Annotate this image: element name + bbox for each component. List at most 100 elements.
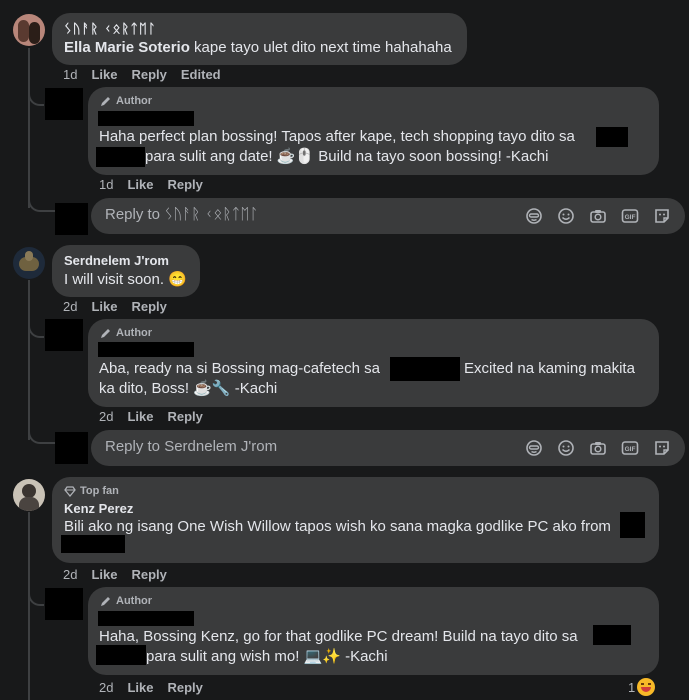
author-badge: Author [100,595,152,607]
reply-bubble: Author Aba, ready na si Bossing mag-cafe… [88,319,659,407]
comment-text: Bili ako ng isang One Wish Willow tapos … [64,518,611,535]
redacted-author-name [98,611,194,626]
timestamp[interactable]: 2d [99,680,113,695]
comment-text: I will visit soon. 😁 [64,271,187,288]
gif-icon[interactable]: GIF [621,207,639,225]
thread-elbow [28,404,56,444]
edited-label: Edited [180,67,221,82]
redacted-text [620,512,645,538]
avatar[interactable] [45,88,83,120]
thread-elbow [28,172,56,212]
avatar-sticker-icon[interactable] [653,207,671,225]
avatar[interactable] [45,319,83,351]
reply-actions: 2d Like Reply [99,680,217,695]
comment-actions: 2d Like Reply [63,299,181,314]
reply-text-line2: ka dito, Boss! ☕🔧 -Kachi [99,380,278,397]
sticker-icon[interactable] [525,439,543,457]
reply-placeholder: Reply to Serdnelem J'rom [105,438,278,455]
comment-actions: 2d Like Reply [63,567,181,582]
timestamp[interactable]: 2d [63,299,77,314]
author-badge: Author [100,95,152,107]
avatar[interactable] [13,479,45,511]
redacted-author-name [98,111,194,126]
reply-text-line1b: Excited na kaming makita [464,360,635,377]
like-button[interactable]: Like [91,567,117,582]
reaction-summary[interactable]: 1 [628,678,656,696]
like-button[interactable]: Like [91,299,117,314]
comment-author-runic[interactable]: ᛊᚢᚨᚱ ᚲᛟᚱᛏᛖᛚ [64,21,157,36]
avatar[interactable] [13,247,45,279]
author-badge: Author [100,327,152,339]
thread-elbow [28,60,44,106]
author-badge-label: Author [116,327,153,339]
thread-elbow [28,560,44,606]
camera-icon[interactable] [589,207,607,225]
author-badge-label: Author [116,95,153,107]
reply-button[interactable]: Reply [167,680,202,695]
reply-text-line1: Haha perfect plan bossing! Tapos after k… [99,128,575,145]
reply-button[interactable]: Reply [131,567,166,582]
thread-elbow [28,292,44,338]
camera-icon[interactable] [589,439,607,457]
comment-text: kape tayo ulet dito next time hahahaha [194,39,452,56]
composer-tools: GIF [525,439,671,457]
redacted-text [390,357,460,381]
pencil-icon [101,329,110,338]
reply-actions: 2d Like Reply [99,409,217,424]
thread-line [28,512,30,700]
sticker-icon[interactable] [525,207,543,225]
avatar[interactable] [45,588,83,620]
reply-input[interactable]: Reply to Serdnelem J'rom GIF [91,430,685,466]
redacted-text [96,147,145,167]
like-button[interactable]: Like [91,67,117,82]
reply-text-line1: Aba, ready na si Bossing mag-cafetech sa [99,360,380,377]
redacted-text [596,127,628,147]
comment-bubble: Top fan Kenz Perez Bili ako ng isang One… [52,477,659,563]
redacted-text [61,535,125,553]
comment-author[interactable]: Serdnelem J'rom [64,253,169,268]
emoji-icon[interactable] [557,439,575,457]
comment-text-line: Ella Marie Soterio kape tayo ulet dito n… [64,38,452,58]
like-button[interactable]: Like [127,680,153,695]
like-button[interactable]: Like [127,409,153,424]
svg-text:GIF: GIF [625,446,636,453]
redacted-text [96,645,146,665]
comment-bubble: ᛊᚢᚨᚱ ᚲᛟᚱᛏᛖᛚ Ella Marie Soterio kape tayo… [52,13,467,65]
avatar [55,203,88,235]
reply-input[interactable]: Reply to ᛊᚢᚨᚱ ᚲᛟᚱᛏᛖᛚ GIF [91,198,685,234]
comment-actions: 1d Like Reply Edited [63,67,235,82]
reply-button[interactable]: Reply [131,67,166,82]
comment-bubble: Serdnelem J'rom I will visit soon. 😁 [52,245,200,297]
comment-author[interactable]: Kenz Perez [64,501,133,516]
timestamp[interactable]: 2d [63,567,77,582]
reply-bubble: Author Haha perfect plan bossing! Tapos … [88,87,659,175]
like-button[interactable]: Like [127,177,153,192]
gif-icon[interactable]: GIF [621,439,639,457]
reply-bubble: Author Haha, Bossing Kenz, go for that g… [88,587,659,675]
avatar[interactable] [13,14,45,46]
pencil-icon [101,97,110,106]
reply-placeholder: Reply to ᛊᚢᚨᚱ ᚲᛟᚱᛏᛖᛚ [105,206,259,223]
pencil-icon [101,597,110,606]
avatar-sticker-icon[interactable] [653,439,671,457]
avatar [55,432,88,464]
diamond-icon [64,486,76,497]
reply-button[interactable]: Reply [167,177,202,192]
redacted-author-name [98,342,194,357]
timestamp[interactable]: 1d [99,177,113,192]
reply-button[interactable]: Reply [131,299,166,314]
timestamp[interactable]: 1d [63,67,77,82]
timestamp[interactable]: 2d [99,409,113,424]
reply-button[interactable]: Reply [167,409,202,424]
svg-text:GIF: GIF [625,214,636,221]
redacted-text [593,625,631,645]
reply-text-line2: para sulit ang wish mo! 💻✨ -Kachi [146,648,388,665]
reply-actions: 1d Like Reply [99,177,217,192]
emoji-icon[interactable] [557,207,575,225]
top-fan-label: Top fan [80,485,119,497]
comment-author[interactable]: Ella Marie Soterio [64,39,190,56]
reaction-count: 1 [628,679,636,695]
composer-tools: GIF [525,207,671,225]
haha-reaction-icon [637,678,656,696]
author-badge-label: Author [116,595,153,607]
